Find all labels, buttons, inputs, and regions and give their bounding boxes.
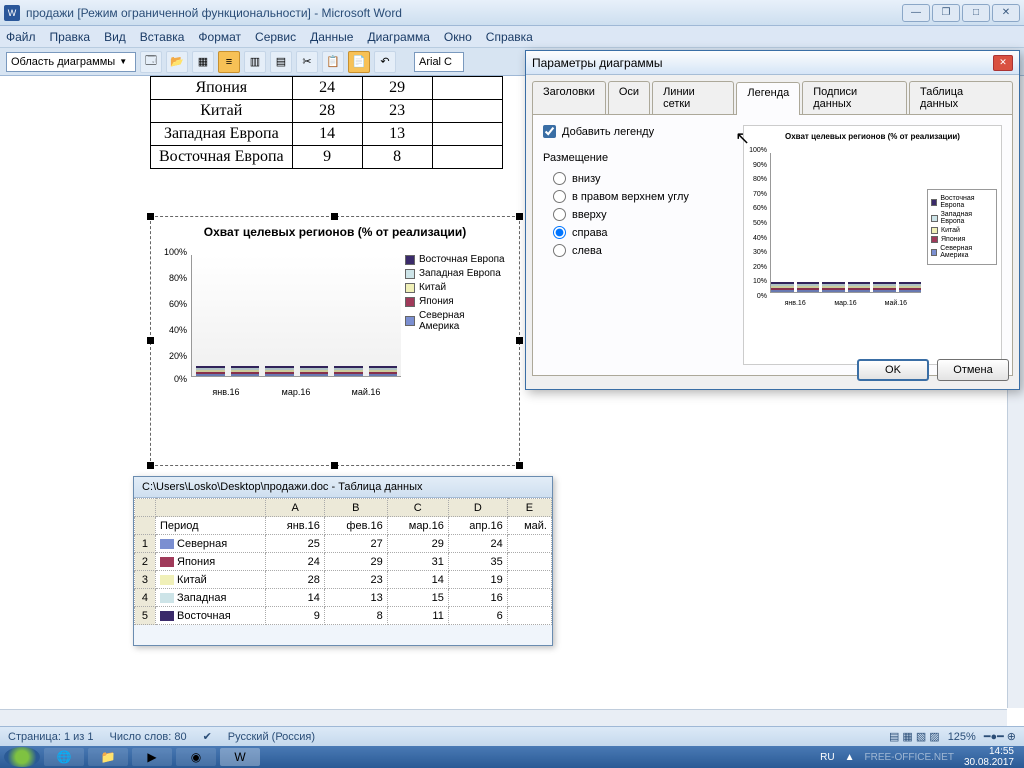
resize-handle[interactable] [147,337,154,344]
data-sheet-window[interactable]: C:\Users\Losko\Desktop\продажи.doc - Таб… [133,476,553,646]
chart-title: Охват целевых регионов (% от реализации) [151,217,519,243]
status-language[interactable]: Русский (Россия) [228,731,315,743]
dialog-tabs: Заголовки Оси Линии сетки Легенда Подпис… [526,75,1019,114]
minimize-button[interactable]: — [902,4,930,22]
menu-service[interactable]: Сервис [255,30,296,44]
word-icon: W [4,5,20,21]
cancel-button[interactable]: Отмена [937,359,1009,381]
undo-button[interactable]: ↶ [374,51,396,73]
taskbar-chrome[interactable]: ◉ [176,748,216,766]
radio-corner[interactable]: в правом верхнем углу [553,190,743,203]
radio-bottom[interactable]: внизу [553,172,743,185]
horizontal-scrollbar[interactable] [0,709,1007,726]
menu-data[interactable]: Данные [310,30,353,44]
data-sheet-title: C:\Users\Losko\Desktop\продажи.doc - Таб… [134,477,552,498]
chart-plot-area: 100% 80% 60% 40% 20% 0% янв.16мар.16май.… [159,247,401,397]
taskbar-media[interactable]: ▶ [132,748,172,766]
tab-axes[interactable]: Оси [608,81,650,114]
resize-handle[interactable] [516,337,523,344]
zoom-slider[interactable]: ━●━ ⊕ [984,730,1016,743]
menu-insert[interactable]: Вставка [140,30,185,44]
embedded-chart[interactable]: Охват целевых регионов (% от реализации)… [150,216,520,466]
menu-format[interactable]: Формат [198,30,241,44]
dialog-close-button[interactable]: ✕ [993,55,1013,71]
watermark: FREE-OFFICE.NET [864,752,953,763]
status-proofing-icon[interactable]: ✔ [203,730,212,743]
copy-button[interactable]: 📋 [322,51,344,73]
chart-preview: Охват целевых регионов (% от реализации)… [743,125,1002,365]
tab-legend[interactable]: Легенда [736,82,800,115]
menu-bar: Файл Правка Вид Вставка Формат Сервис Да… [0,26,1024,48]
view-buttons[interactable]: ▤ ▦ ▧ ▨ [889,730,940,743]
taskbar-word[interactable]: W [220,748,260,766]
resize-handle[interactable] [331,462,338,469]
cut-button[interactable]: ✂ [296,51,318,73]
format-object-button[interactable]: 🗔 [140,51,162,73]
menu-diagram[interactable]: Диаграмма [367,30,429,44]
start-button[interactable] [4,747,40,767]
import-button[interactable]: 📂 [166,51,188,73]
show-legend-checkbox[interactable]: Добавить легенду [543,125,743,138]
tab-datalabels[interactable]: Подписи данных [802,81,907,114]
data-sheet-grid[interactable]: ABCDE Периодянв.16фев.16мар.16апр.16май.… [134,498,552,625]
menu-help[interactable]: Справка [486,30,533,44]
data-table-button[interactable]: ▤ [270,51,292,73]
radio-left[interactable]: слева [553,244,743,257]
tab-datatable[interactable]: Таблица данных [909,81,1013,114]
menu-edit[interactable]: Правка [50,30,91,44]
window-title: продажи [Режим ограниченной функциональн… [26,6,402,20]
tray-flag-icon[interactable]: ▲ [845,752,855,763]
status-bar: Страница: 1 из 1 Число слов: 80 ✔ Русски… [0,726,1024,746]
zoom-level[interactable]: 125% [948,731,976,743]
resize-handle[interactable] [516,213,523,220]
chart-legend: Восточная Европа Западная Европа Китай Я… [401,247,511,397]
paste-button[interactable]: 📄 [348,51,370,73]
radio-right[interactable]: справа [553,226,743,239]
maximize-button[interactable]: □ [962,4,990,22]
tab-gridlines[interactable]: Линии сетки [652,81,734,114]
menu-window[interactable]: Окно [444,30,472,44]
chart-options-dialog: Параметры диаграммы ✕ Заголовки Оси Лини… [525,50,1020,390]
resize-handle[interactable] [147,462,154,469]
menu-file[interactable]: Файл [6,30,36,44]
resize-handle[interactable] [147,213,154,220]
tab-titles[interactable]: Заголовки [532,81,606,114]
status-page[interactable]: Страница: 1 из 1 [8,731,94,743]
resize-handle[interactable] [331,213,338,220]
by-column-button[interactable]: ▥ [244,51,266,73]
view-datasheet-button[interactable]: ▦ [192,51,214,73]
font-combo[interactable]: Arial C [414,52,464,72]
placement-label: Размещение [543,152,743,164]
document-table: Япония2429 Китай2823 Западная Европа1413… [150,76,503,169]
chart-area-combo[interactable]: Область диаграммы▼ [6,52,136,72]
status-words[interactable]: Число слов: 80 [110,731,187,743]
by-row-button[interactable]: ≡ [218,51,240,73]
tray-lang[interactable]: RU [820,752,834,763]
close-button[interactable]: ✕ [992,4,1020,22]
radio-top[interactable]: вверху [553,208,743,221]
window-titlebar: W продажи [Режим ограниченной функционал… [0,0,1024,26]
dialog-titlebar[interactable]: Параметры диаграммы ✕ [526,51,1019,75]
ok-button[interactable]: OK [857,359,929,381]
taskbar-explorer[interactable]: 📁 [88,748,128,766]
taskbar: 🌐 📁 ▶ ◉ W RU ▲ FREE-OFFICE.NET 14:5530.0… [0,746,1024,768]
restore-button[interactable]: ❐ [932,4,960,22]
menu-view[interactable]: Вид [104,30,126,44]
resize-handle[interactable] [516,462,523,469]
taskbar-ie[interactable]: 🌐 [44,748,84,766]
